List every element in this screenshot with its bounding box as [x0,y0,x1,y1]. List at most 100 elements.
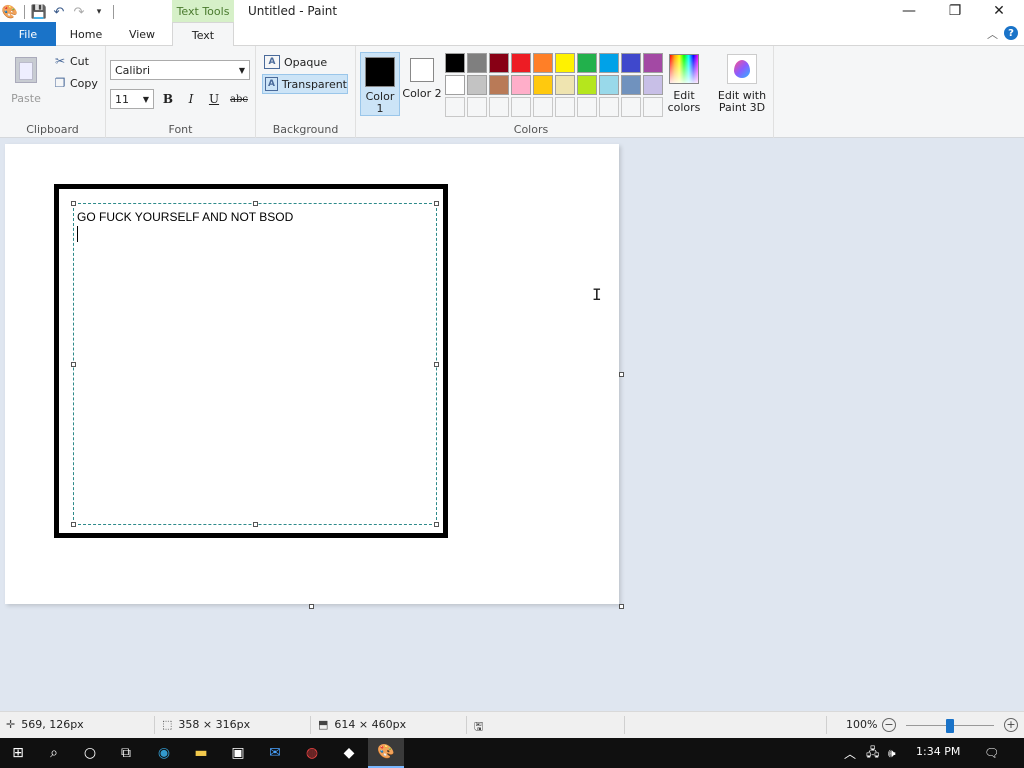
resize-handle[interactable] [434,522,439,527]
palette-swatch[interactable] [555,75,575,95]
color2-button[interactable]: Color 2 [402,52,442,116]
custom-color-slot[interactable] [467,97,487,117]
zoom-in-icon[interactable]: + [1004,718,1018,732]
custom-color-slot[interactable] [511,97,531,117]
underline-button[interactable]: U [204,90,224,108]
canvas-resize-handle-bottom[interactable] [309,604,314,609]
palette-swatch[interactable] [599,75,619,95]
qat-separator [113,5,114,19]
custom-color-slot[interactable] [489,97,509,117]
custom-color-slot[interactable] [577,97,597,117]
edit-colors-label: Edit colors [667,89,701,114]
quick-access-toolbar: 🎨 💾 ↶ ↷ ▾ [0,3,118,21]
restore-icon[interactable]: ❐ [932,0,978,22]
custom-color-slot[interactable] [599,97,619,117]
tab-text[interactable]: Text [172,22,234,47]
mail-icon[interactable]: ✉ [257,738,293,768]
resize-handle[interactable] [71,522,76,527]
palette-swatch[interactable] [511,75,531,95]
palette-swatch[interactable] [533,53,553,73]
cortana-icon[interactable]: ○ [72,738,108,768]
network-icon[interactable]: 🖧 [866,738,879,768]
custom-color-slot[interactable] [643,97,663,117]
roblox-icon[interactable]: ◆ [331,738,367,768]
custom-color-slot[interactable] [445,97,465,117]
palette-swatch[interactable] [577,75,597,95]
tab-view[interactable]: View [114,22,170,46]
minimize-icon[interactable]: — [886,0,932,22]
edit-with-paint3d-button[interactable]: Edit with Paint 3D [712,54,772,114]
resize-handle[interactable] [71,362,76,367]
action-center-icon[interactable]: 🗨 [984,738,999,768]
text-box-content[interactable]: GO FUCK YOURSELF AND NOT BSOD [77,210,293,224]
edge-icon[interactable]: ◉ [146,738,182,768]
resize-handle[interactable] [71,201,76,206]
file-explorer-icon[interactable]: ▬ [183,738,219,768]
opaque-button[interactable]: A Opaque [262,52,348,72]
canvas-resize-handle-right[interactable] [619,372,624,377]
resize-handle[interactable] [434,362,439,367]
italic-button[interactable]: I [181,90,201,108]
palette-swatch[interactable] [445,75,465,95]
undo-icon[interactable]: ↶ [49,3,69,21]
paint-taskbar-icon[interactable]: 🎨 [368,738,404,768]
font-size-value: 11 [115,92,129,106]
disk-icon: 🖫 [474,720,484,733]
search-icon[interactable]: ⌕ [36,738,72,768]
volume-icon[interactable]: 🕪 [888,738,896,768]
transparent-button[interactable]: A Transparent [262,74,348,94]
palette-swatch[interactable] [643,53,663,73]
palette-swatch[interactable] [643,75,663,95]
drawing-canvas[interactable]: GO FUCK YOURSELF AND NOT BSOD [5,144,619,604]
palette-swatch[interactable] [555,53,575,73]
show-hidden-icons-icon[interactable]: ︿ [844,738,856,768]
palette-swatch[interactable] [489,75,509,95]
palette-swatch[interactable] [577,53,597,73]
palette-swatch[interactable] [445,53,465,73]
transparent-label: Transparent [281,77,347,91]
text-box[interactable]: GO FUCK YOURSELF AND NOT BSOD [71,201,439,527]
copy-button[interactable]: ❐ Copy [52,74,98,92]
task-view-icon[interactable]: ⧉ [108,738,144,768]
collapse-ribbon-icon[interactable]: ︿ [987,26,998,42]
close-icon[interactable]: ✕ [976,0,1022,22]
resize-handle[interactable] [253,522,258,527]
resize-handle[interactable] [434,201,439,206]
palette-swatch[interactable] [599,53,619,73]
palette-swatch[interactable] [621,53,641,73]
paint-app-icon[interactable]: 🎨 [0,3,20,21]
chrome-icon[interactable]: ◍ [294,738,330,768]
palette-swatch[interactable] [467,75,487,95]
custom-color-slot[interactable] [621,97,641,117]
store-icon[interactable]: ▣ [220,738,256,768]
custom-color-slot[interactable] [555,97,575,117]
palette-swatch[interactable] [467,53,487,73]
custom-color-slot[interactable] [533,97,553,117]
font-size-dropdown[interactable]: 11 ▼ [110,89,154,109]
palette-swatch[interactable] [489,53,509,73]
font-family-dropdown[interactable]: Calibri ▼ [110,60,250,80]
bold-button[interactable]: B [158,90,178,108]
edit-colors-button[interactable]: Edit colors [664,54,704,114]
palette-swatch[interactable] [511,53,531,73]
palette-swatch[interactable] [621,75,641,95]
cut-button[interactable]: ✂ Cut [52,52,89,70]
palette-swatch[interactable] [533,75,553,95]
tab-home[interactable]: Home [58,22,114,46]
zoom-slider-thumb[interactable] [946,719,954,733]
canvas-resize-handle-corner[interactable] [619,604,624,609]
redo-icon[interactable]: ↷ [69,3,89,21]
tab-file[interactable]: File [0,22,56,46]
status-separator [466,716,467,734]
strikethrough-button[interactable]: abc [227,90,251,108]
resize-handle[interactable] [253,201,258,206]
zoom-out-icon[interactable]: − [882,718,896,732]
clock[interactable]: 1:34 PM [916,745,960,758]
help-icon[interactable]: ? [1004,26,1018,40]
customize-qat-icon[interactable]: ▾ [89,3,109,21]
canvas-workspace[interactable]: GO FUCK YOURSELF AND NOT BSOD I [0,139,1024,711]
paste-button[interactable]: Paste [8,54,44,105]
color1-button[interactable]: Color 1 [360,52,400,116]
start-windows-icon[interactable]: ⊞ [0,738,36,768]
save-icon[interactable]: 💾 [29,3,49,21]
